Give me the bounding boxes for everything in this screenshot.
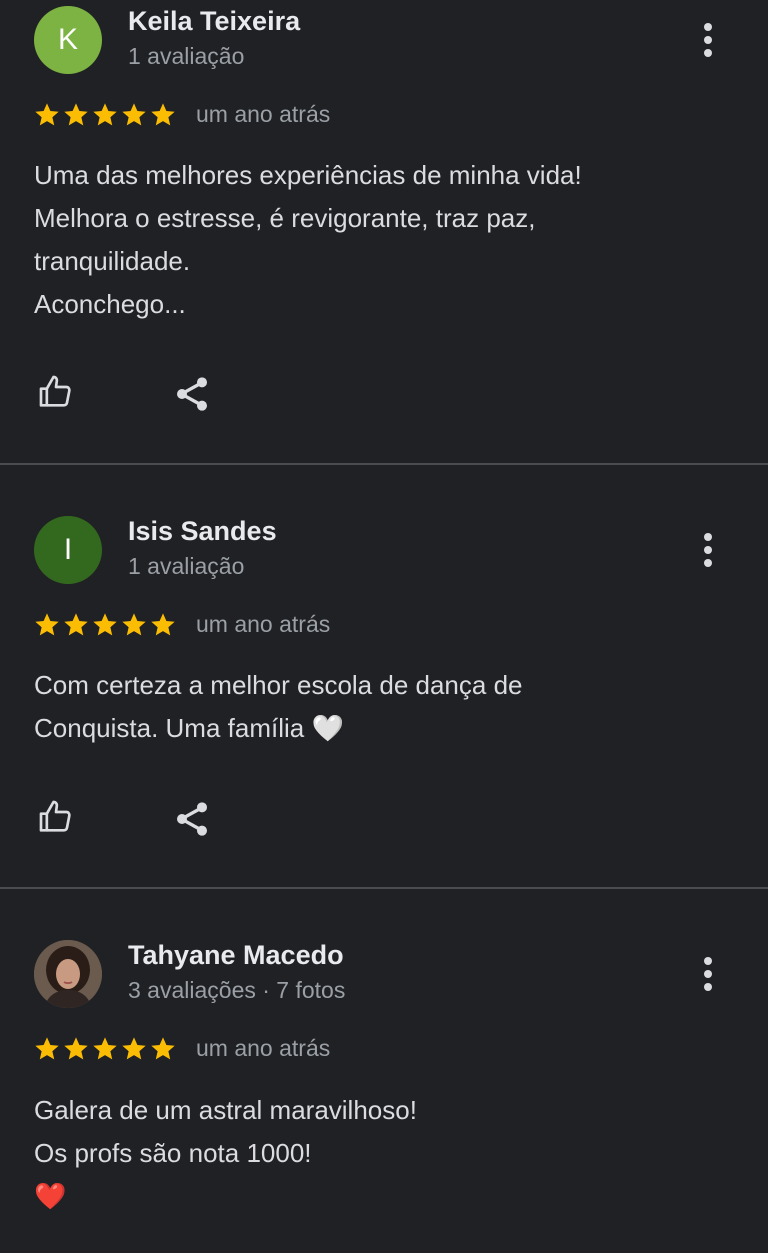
more-dot-icon bbox=[704, 23, 712, 31]
more-dot-icon bbox=[704, 546, 712, 554]
star-rating bbox=[33, 101, 177, 129]
review-card: Tahyane Macedo 3 avaliações · 7 fotos um… bbox=[0, 889, 768, 1253]
more-dot-icon bbox=[704, 983, 712, 991]
review-card: I Isis Sandes 1 avaliação um ano atrás C… bbox=[0, 465, 768, 888]
star-rating bbox=[33, 1035, 177, 1063]
star-icon bbox=[93, 613, 117, 636]
author-name[interactable]: Isis Sandes bbox=[128, 516, 277, 547]
share-icon bbox=[177, 377, 207, 411]
author-meta: 1 avaliação bbox=[128, 553, 245, 579]
thumbs-up-icon bbox=[39, 375, 71, 407]
review-time: um ano atrás bbox=[196, 611, 331, 637]
author-name[interactable]: Keila Teixeira bbox=[128, 6, 300, 37]
avatar-letter: I bbox=[63, 533, 73, 566]
share-button[interactable] bbox=[170, 797, 214, 841]
review-text: Uma das melhores experiências de minha v… bbox=[34, 160, 582, 319]
star-icon bbox=[64, 1037, 88, 1060]
avatar[interactable]: I bbox=[34, 516, 102, 584]
star-icon bbox=[151, 613, 175, 636]
star-icon bbox=[93, 103, 117, 126]
review-text: Com certeza a melhor escola de dança de … bbox=[34, 670, 523, 743]
avatar-letter: K bbox=[57, 23, 78, 56]
more-dot-icon bbox=[704, 559, 712, 567]
review-time: um ano atrás bbox=[196, 101, 331, 127]
more-dot-icon bbox=[704, 957, 712, 965]
avatar[interactable]: K bbox=[34, 6, 102, 74]
star-icon bbox=[35, 103, 59, 126]
review-time: um ano atrás bbox=[196, 1035, 331, 1061]
author-meta: 1 avaliação bbox=[128, 43, 245, 69]
more-options-button[interactable] bbox=[690, 952, 726, 996]
more-dot-icon bbox=[704, 533, 712, 541]
star-icon bbox=[122, 613, 146, 636]
star-icon bbox=[35, 613, 59, 636]
review-text: Galera de um astral maravilhoso! Os prof… bbox=[34, 1095, 417, 1211]
star-icon bbox=[122, 1037, 146, 1060]
author-name[interactable]: Tahyane Macedo bbox=[128, 940, 344, 971]
thumbs-up-icon bbox=[39, 800, 71, 832]
author-meta: 3 avaliações · 7 fotos bbox=[128, 977, 346, 1003]
star-rating bbox=[33, 611, 177, 639]
star-icon bbox=[151, 103, 175, 126]
review-card: K Keila Teixeira 1 avaliação um ano atrá… bbox=[0, 0, 768, 464]
more-dot-icon bbox=[704, 36, 712, 44]
more-options-button[interactable] bbox=[690, 18, 726, 62]
profile-photo-icon bbox=[34, 940, 102, 1008]
more-dot-icon bbox=[704, 49, 712, 57]
share-icon bbox=[177, 802, 207, 836]
star-icon bbox=[64, 103, 88, 126]
like-button[interactable] bbox=[34, 370, 78, 414]
more-dot-icon bbox=[704, 970, 712, 978]
more-options-button[interactable] bbox=[690, 528, 726, 572]
star-icon bbox=[93, 1037, 117, 1060]
share-button[interactable] bbox=[170, 372, 214, 416]
avatar-photo[interactable] bbox=[34, 940, 102, 1008]
star-icon bbox=[35, 1037, 59, 1060]
star-icon bbox=[64, 613, 88, 636]
star-icon bbox=[151, 1037, 175, 1060]
star-icon bbox=[122, 103, 146, 126]
like-button[interactable] bbox=[34, 795, 78, 839]
